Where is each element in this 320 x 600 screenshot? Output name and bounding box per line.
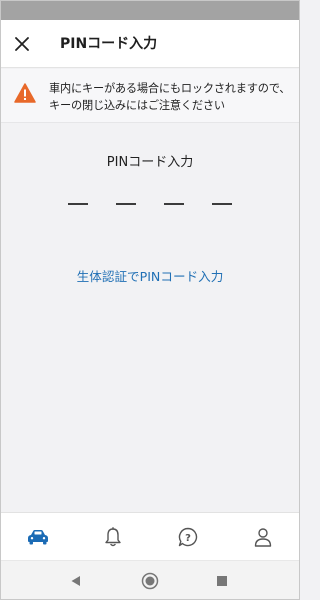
- system-navigation-bar: [0, 560, 300, 600]
- warning-text: 車内にキーがある場合にもロックされますので、キーの閉じ込みにはご注意ください: [49, 82, 291, 112]
- tab-account[interactable]: [225, 513, 300, 561]
- bell-icon: [104, 527, 121, 547]
- pin-label: PINコード入力: [106, 155, 194, 170]
- pin-entry-area: PINコード入力 生体認証でPINコード入力: [0, 124, 300, 512]
- recents-button[interactable]: [212, 571, 232, 591]
- svg-text:?: ?: [185, 533, 191, 544]
- tab-notifications[interactable]: [75, 513, 150, 561]
- help-icon: ?: [178, 527, 197, 547]
- back-button[interactable]: [66, 571, 86, 591]
- tab-help[interactable]: ?: [150, 513, 225, 561]
- home-button[interactable]: [140, 571, 160, 591]
- bottom-tab-bar: ?: [0, 512, 300, 560]
- warning-icon: [14, 83, 36, 103]
- page-title: PINコード入力: [60, 36, 158, 52]
- close-button[interactable]: [12, 34, 32, 54]
- lock-warning-banner: 車内にキーがある場合にもロックされますので、キーの閉じ込みにはご注意ください: [0, 69, 300, 123]
- person-icon: [254, 528, 271, 547]
- status-bar: [0, 0, 300, 20]
- pin-slot: [164, 203, 184, 205]
- car-icon: [27, 530, 48, 545]
- recents-icon: [217, 576, 227, 586]
- back-icon: [71, 576, 80, 586]
- pin-input[interactable]: [68, 203, 232, 207]
- close-icon: [15, 37, 29, 51]
- pin-slot: [212, 203, 232, 205]
- pin-slot: [116, 203, 136, 205]
- tab-car[interactable]: [0, 513, 75, 561]
- home-icon: [141, 572, 159, 590]
- pin-slot: [68, 203, 88, 205]
- header: PINコード入力: [0, 20, 300, 68]
- biometric-pin-link[interactable]: 生体認証でPINコード入力: [0, 266, 300, 285]
